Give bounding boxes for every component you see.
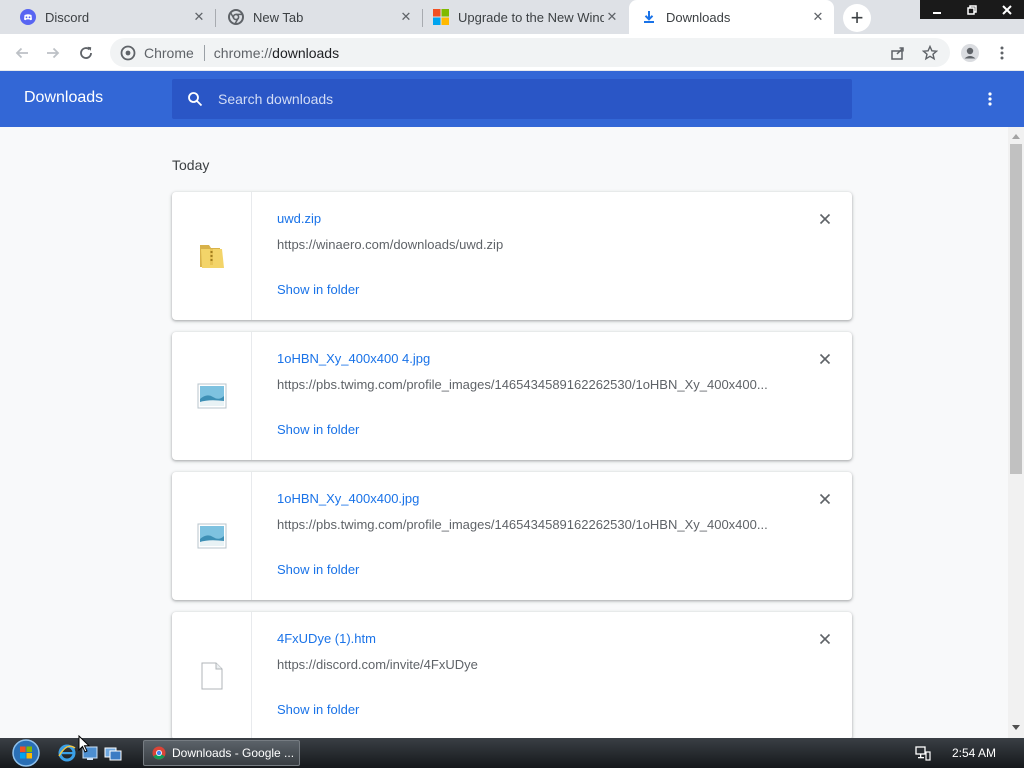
date-heading: Today	[172, 157, 210, 173]
tab-title: Downloads	[666, 9, 731, 25]
tab-title: New Tab	[253, 9, 304, 25]
search-bar[interactable]	[172, 79, 852, 119]
file-name-link[interactable]: uwd.zip	[277, 211, 321, 226]
image-file-icon	[197, 523, 226, 549]
tab-close-icon[interactable]: ✕	[191, 9, 207, 25]
close-icon	[819, 633, 831, 645]
minimize-icon[interactable]	[920, 0, 955, 19]
zip-folder-icon	[199, 245, 224, 268]
profile-button[interactable]	[957, 40, 983, 66]
more-vert-icon	[988, 92, 992, 106]
address-bar[interactable]: Chrome chrome://downloads	[110, 38, 950, 67]
downloads-header: Downloads	[0, 71, 1024, 127]
show-in-folder-link[interactable]: Show in folder	[277, 422, 359, 437]
reload-button[interactable]	[73, 40, 99, 66]
avatar-icon	[961, 44, 979, 62]
downloads-list: Today uwd.zip https://winaero.com/downlo…	[0, 127, 1008, 738]
omnibox-divider	[203, 44, 205, 61]
file-name-link[interactable]: 4FxUDye (1).htm	[277, 631, 376, 646]
file-name-link[interactable]: 1oHBN_Xy_400x400 4.jpg	[277, 351, 430, 366]
window-switcher-icon[interactable]	[103, 743, 123, 763]
microsoft-icon	[433, 9, 449, 25]
more-vert-icon	[1000, 46, 1004, 60]
file-icon-column	[172, 612, 252, 738]
window-controls	[920, 0, 1024, 19]
back-button[interactable]	[9, 40, 35, 66]
new-tab-button[interactable]: +	[843, 4, 871, 32]
tab-discord[interactable]: Discord ✕	[0, 0, 215, 34]
search-icon	[185, 89, 205, 109]
download-icon	[641, 9, 657, 25]
download-item: 1oHBN_Xy_400x400.jpg https://pbs.twimg.c…	[172, 472, 852, 600]
downloads-menu-button[interactable]	[978, 87, 1002, 111]
scroll-down-arrow-icon[interactable]	[1008, 723, 1024, 733]
scroll-thumb[interactable]	[1010, 144, 1022, 474]
close-icon	[819, 493, 831, 505]
show-in-folder-link[interactable]: Show in folder	[277, 702, 359, 717]
internet-explorer-icon[interactable]	[57, 743, 77, 763]
chrome-icon	[228, 9, 244, 25]
restore-icon[interactable]	[955, 0, 990, 19]
download-item: 1oHBN_Xy_400x400 4.jpg https://pbs.twimg…	[172, 332, 852, 460]
chrome-icon	[120, 45, 136, 61]
forward-button[interactable]	[40, 40, 66, 66]
file-icon-column	[172, 332, 252, 460]
arrow-right-icon	[47, 47, 60, 59]
close-window-icon[interactable]	[989, 0, 1024, 19]
arrow-left-icon	[15, 47, 28, 59]
remove-from-list-button[interactable]	[815, 349, 835, 369]
remove-from-list-button[interactable]	[815, 489, 835, 509]
mouse-cursor-icon	[78, 735, 90, 753]
file-url[interactable]: https://discord.com/invite/4FxUDye	[277, 657, 777, 672]
page-title: Downloads	[24, 89, 104, 106]
system-clock[interactable]: 2:54 AM	[952, 746, 996, 760]
close-icon	[819, 213, 831, 225]
taskbar-chrome-window[interactable]: Downloads - Google ...	[143, 740, 300, 766]
file-url[interactable]: https://winaero.com/downloads/uwd.zip	[277, 237, 777, 252]
tab-title: Upgrade to the New Wind	[458, 9, 604, 25]
file-url[interactable]: https://pbs.twimg.com/profile_images/146…	[277, 517, 777, 532]
site-label: Chrome	[144, 44, 194, 61]
discord-icon	[20, 9, 36, 25]
tab-upgrade-windows[interactable]: Upgrade to the New Wind ✕	[423, 0, 628, 34]
show-in-folder-link[interactable]: Show in folder	[277, 282, 359, 297]
chrome-color-icon	[152, 746, 166, 760]
taskbar-task-label: Downloads - Google ...	[172, 746, 295, 760]
url-host: downloads	[272, 44, 340, 61]
url-scheme: chrome://	[213, 44, 273, 61]
tab-close-icon[interactable]: ✕	[604, 9, 620, 25]
windows-taskbar: Downloads - Google ... 2:54 AM	[0, 738, 1024, 768]
network-icon[interactable]	[915, 745, 931, 761]
tab-close-icon[interactable]: ✕	[398, 9, 414, 25]
close-icon	[819, 353, 831, 365]
tab-title: Discord	[45, 9, 90, 25]
file-icon-column	[172, 472, 252, 600]
file-icon-column	[172, 192, 252, 320]
start-button[interactable]	[6, 738, 46, 768]
tab-strip: Discord ✕ New Tab ✕ Upgrade to the New W…	[0, 0, 1024, 34]
remove-from-list-button[interactable]	[815, 629, 835, 649]
scroll-up-arrow-icon[interactable]	[1008, 131, 1024, 141]
reload-icon	[80, 46, 92, 59]
download-item: 4FxUDye (1).htm https://discord.com/invi…	[172, 612, 852, 738]
page-scrollbar[interactable]	[1008, 127, 1024, 738]
tab-close-icon[interactable]: ✕	[810, 9, 826, 25]
bookmark-star-icon[interactable]	[917, 38, 943, 67]
remove-from-list-button[interactable]	[815, 209, 835, 229]
show-in-folder-link[interactable]: Show in folder	[277, 562, 359, 577]
share-icon[interactable]	[885, 38, 911, 67]
browser-menu-button[interactable]	[989, 40, 1015, 66]
image-file-icon	[197, 383, 226, 409]
windows-start-icon	[12, 739, 40, 767]
file-url[interactable]: https://pbs.twimg.com/profile_images/146…	[277, 377, 777, 392]
tab-downloads[interactable]: Downloads ✕	[629, 0, 834, 34]
tab-new-tab[interactable]: New Tab ✕	[216, 0, 422, 34]
file-name-link[interactable]: 1oHBN_Xy_400x400.jpg	[277, 491, 419, 506]
download-item: uwd.zip https://winaero.com/downloads/uw…	[172, 192, 852, 320]
blank-file-icon	[201, 662, 222, 690]
browser-toolbar: Chrome chrome://downloads	[0, 34, 1024, 71]
search-input[interactable]	[218, 91, 818, 107]
